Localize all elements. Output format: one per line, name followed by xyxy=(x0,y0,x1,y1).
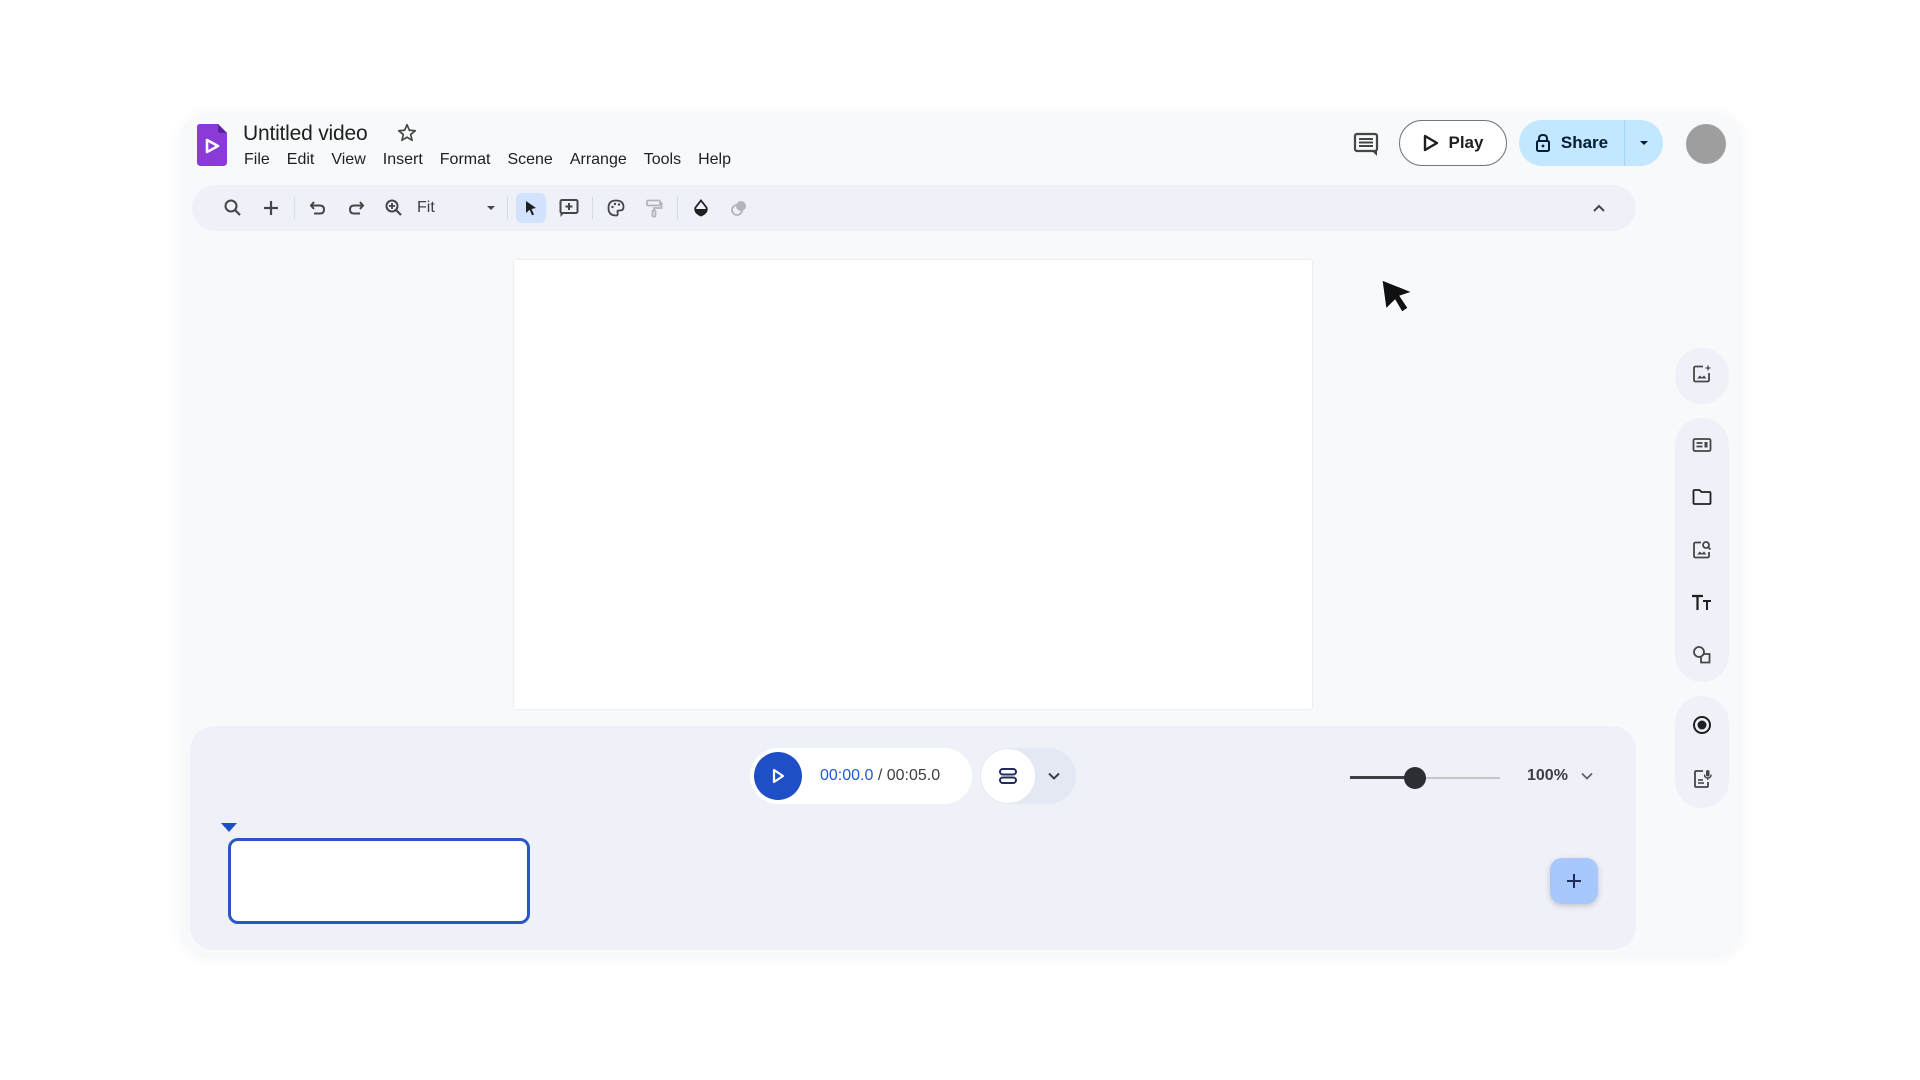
share-button-group: Share xyxy=(1519,120,1663,166)
share-button-label: Share xyxy=(1560,133,1609,152)
text-button[interactable] xyxy=(1682,583,1722,623)
templates-button[interactable] xyxy=(1682,425,1722,465)
zoom-select-value: Fit xyxy=(417,199,435,216)
total-time: 00:05.0 xyxy=(886,767,941,784)
playhead-marker[interactable] xyxy=(221,823,237,832)
record-button[interactable] xyxy=(1682,705,1722,745)
search-menus-button[interactable] xyxy=(218,193,248,223)
scene-canvas[interactable] xyxy=(514,260,1312,709)
menu-tools[interactable]: Tools xyxy=(644,151,689,169)
collapse-toolbar-button[interactable] xyxy=(1584,193,1614,223)
undo-button[interactable] xyxy=(303,193,333,223)
record-icon xyxy=(1693,715,1711,734)
fill-color-icon xyxy=(694,199,708,217)
toolbar-divider xyxy=(677,197,678,219)
chevron-up-icon xyxy=(1593,204,1605,212)
comments-icon[interactable] xyxy=(1352,130,1380,158)
rail-group-generate xyxy=(1675,348,1729,404)
stock-media-button[interactable] xyxy=(1682,530,1722,570)
redo-button[interactable] xyxy=(341,193,371,223)
theme-button[interactable] xyxy=(601,193,631,223)
folder-icon xyxy=(1692,489,1712,506)
zoom-in-icon xyxy=(385,199,402,216)
add-icon xyxy=(264,201,278,215)
caret-down-icon xyxy=(487,206,495,210)
paint-format-button[interactable] xyxy=(639,193,669,223)
playback-controls: 00:00.0 / 00:05.0 xyxy=(750,748,972,804)
generate-image-button[interactable] xyxy=(1682,354,1722,394)
timeline-zoom-slider[interactable] xyxy=(1350,765,1500,791)
lock-icon xyxy=(1535,133,1550,152)
add-image-ai-icon xyxy=(1693,364,1712,383)
timeline-layout-icon xyxy=(999,768,1017,784)
paint-roller-icon xyxy=(646,199,663,218)
shapes-button[interactable] xyxy=(1682,635,1722,675)
play-button-label: Play xyxy=(1448,133,1484,152)
menu-format[interactable]: Format xyxy=(440,151,499,169)
share-options-button[interactable] xyxy=(1625,120,1663,166)
undo-icon xyxy=(309,201,326,215)
timeline-view-group xyxy=(980,748,1076,804)
play-button[interactable]: Play xyxy=(1399,120,1507,166)
current-time: 00:00.0 xyxy=(820,767,874,784)
scene-thumbnail[interactable] xyxy=(228,838,530,924)
zoom-button[interactable] xyxy=(379,193,409,223)
menu-edit[interactable]: Edit xyxy=(287,151,323,169)
account-avatar[interactable] xyxy=(1686,124,1726,164)
voiceover-button[interactable] xyxy=(1682,759,1722,799)
redo-icon xyxy=(348,201,365,215)
share-button[interactable]: Share xyxy=(1519,120,1625,166)
voiceover-script-icon xyxy=(1694,770,1712,789)
toolbar-divider xyxy=(294,197,295,219)
menu-view[interactable]: View xyxy=(331,151,373,169)
templates-icon xyxy=(1692,437,1712,452)
toolbar-divider xyxy=(507,197,508,219)
play-icon xyxy=(772,768,785,784)
my-files-button[interactable] xyxy=(1682,477,1722,517)
select-tool-button[interactable] xyxy=(516,193,546,223)
caret-down-icon xyxy=(1640,141,1648,145)
menu-arrange[interactable]: Arrange xyxy=(570,151,635,169)
timeline-zoom-select[interactable]: 100% xyxy=(1527,767,1594,785)
document-title[interactable]: Untitled video xyxy=(243,122,368,146)
rail-group-record xyxy=(1675,696,1729,808)
play-outline-icon xyxy=(1423,134,1438,152)
toolbar-divider xyxy=(592,197,593,219)
search-icon xyxy=(224,199,241,216)
timeline-view-dropdown[interactable] xyxy=(1035,771,1073,781)
slider-thumb[interactable] xyxy=(1403,767,1426,789)
preview-play-button[interactable] xyxy=(754,752,802,800)
insert-text-box-button[interactable] xyxy=(554,193,584,223)
time-separator: / xyxy=(873,767,887,784)
menu-insert[interactable]: Insert xyxy=(383,151,431,169)
chevron-down-icon xyxy=(1581,772,1593,780)
time-display: 00:00.0 / 00:05.0 xyxy=(820,767,940,785)
chevron-down-icon xyxy=(1048,772,1060,780)
add-icon xyxy=(1567,874,1581,888)
menu-help[interactable]: Help xyxy=(698,151,739,169)
new-scene-button[interactable] xyxy=(256,193,286,223)
effects-icon xyxy=(731,201,746,216)
vids-logo-icon[interactable] xyxy=(197,124,227,166)
add-scene-button[interactable] xyxy=(1550,858,1598,904)
mouse-cursor-icon xyxy=(1381,279,1414,313)
select-arrow-icon xyxy=(526,201,536,216)
effects-button[interactable] xyxy=(724,193,754,223)
menu-bar: File Edit View Insert Format Scene Arran… xyxy=(244,151,748,169)
image-search-icon xyxy=(1693,541,1712,559)
add-box-icon xyxy=(559,199,579,217)
fill-color-button[interactable] xyxy=(686,193,716,223)
rail-group-insert xyxy=(1675,418,1729,682)
zoom-select[interactable]: Fit xyxy=(417,199,497,217)
star-icon[interactable] xyxy=(396,122,418,144)
zoom-percent: 100% xyxy=(1527,767,1568,784)
toolbar: Fit xyxy=(192,185,1636,231)
menu-scene[interactable]: Scene xyxy=(507,151,560,169)
text-icon xyxy=(1692,594,1711,610)
palette-icon xyxy=(607,199,625,217)
menu-file[interactable]: File xyxy=(244,151,278,169)
timeline-view-button[interactable] xyxy=(981,749,1035,803)
shapes-icon xyxy=(1693,646,1711,664)
